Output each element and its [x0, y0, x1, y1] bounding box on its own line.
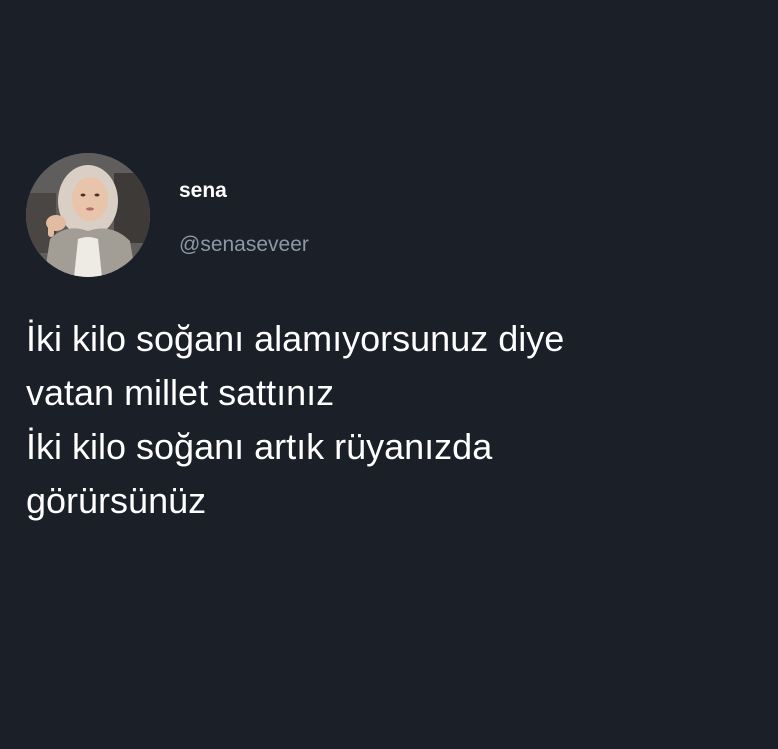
profile-photo-icon: [26, 153, 150, 277]
tweet-line: İki kilo soğanı artık rüyanızda: [26, 426, 493, 467]
tweet-line: İki kilo soğanı alamıyorsunuz diye: [26, 318, 565, 359]
tweet-card: sena @senaseveer İki kilo soğanı alamıyo…: [0, 0, 778, 749]
user-handle[interactable]: @senaseveer: [179, 232, 309, 258]
tweet-line: görürsünüz: [26, 480, 207, 521]
user-display-name[interactable]: sena: [179, 178, 227, 204]
user-avatar[interactable]: [26, 153, 150, 277]
tweet-text: İki kilo soğanı alamıyorsunuz diye vatan…: [26, 312, 756, 528]
tweet-line: vatan millet sattınız: [26, 372, 335, 413]
